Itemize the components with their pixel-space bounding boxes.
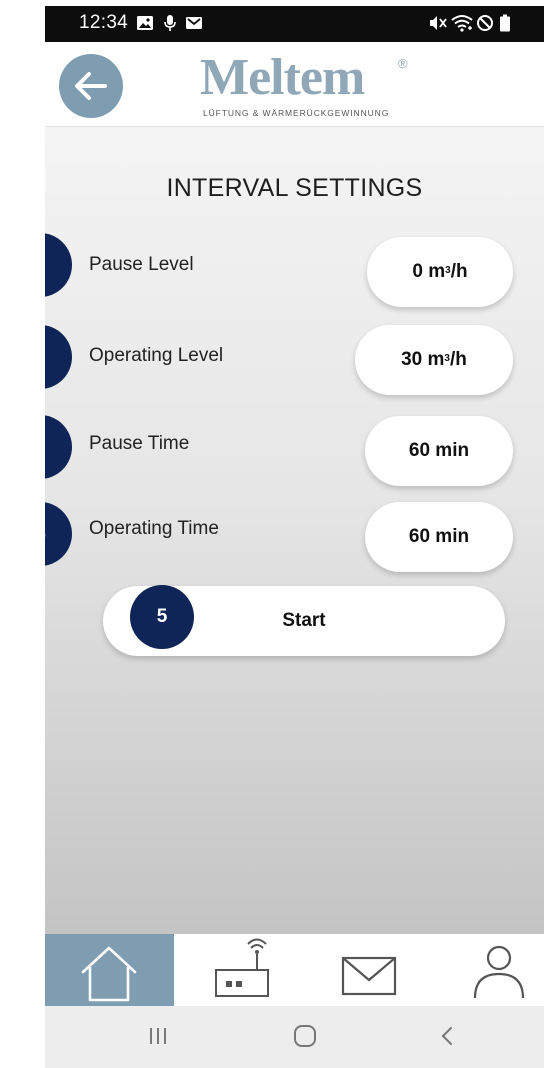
phone-screen: 12:34 Meltem ® LÜFTUNG & WÄRMERÜCKGEWINN… bbox=[45, 6, 544, 1068]
step-badge-4: 4 bbox=[45, 502, 72, 566]
back-chevron-icon[interactable] bbox=[437, 1020, 457, 1052]
pause-level-unit: /h bbox=[450, 261, 468, 282]
recent-apps-icon[interactable] bbox=[145, 1020, 171, 1052]
home-circle-icon[interactable] bbox=[290, 1020, 320, 1052]
pause-time-value[interactable]: 60 min bbox=[365, 416, 513, 486]
gallery-icon bbox=[137, 16, 153, 30]
operating-level-value[interactable]: 30 m 3/h bbox=[355, 325, 513, 395]
page-title: INTERVAL SETTINGS bbox=[166, 174, 423, 202]
interval-settings-panel: INTERVAL SETTINGS 1 Pause Level 0 m3/h 2… bbox=[45, 127, 544, 934]
status-time: 12:34 bbox=[79, 12, 129, 33]
step-badge-5: 5 bbox=[130, 585, 194, 649]
operating-time-label: Operating Time bbox=[89, 518, 219, 539]
mail-notification-icon bbox=[186, 17, 202, 29]
back-button[interactable] bbox=[59, 54, 123, 118]
meltem-logo: Meltem ® LÜFTUNG & WÄRMERÜCKGEWINNUNG bbox=[200, 52, 410, 122]
pause-level-label: Pause Level bbox=[89, 254, 194, 275]
step-badge-1: 1 bbox=[45, 233, 72, 297]
tab-device[interactable] bbox=[174, 934, 297, 1006]
logo-registered-mark: ® bbox=[398, 56, 408, 71]
envelope-icon bbox=[341, 956, 397, 996]
logo-word: Meltem bbox=[200, 49, 365, 106]
pause-level-superscript: 3 bbox=[445, 264, 451, 276]
step-badge-3: 3 bbox=[45, 415, 72, 479]
user-icon bbox=[473, 945, 525, 999]
pause-level-number: 0 m bbox=[412, 261, 446, 282]
home-icon bbox=[81, 946, 137, 1002]
logo-tagline: LÜFTUNG & WÄRMERÜCKGEWINNUNG bbox=[203, 108, 390, 118]
mute-icon bbox=[430, 16, 447, 30]
tab-home[interactable] bbox=[45, 934, 174, 1006]
tab-profile[interactable] bbox=[420, 934, 544, 1006]
arrow-left-icon bbox=[75, 72, 107, 100]
pause-level-value[interactable]: 0 m 3/h bbox=[367, 237, 513, 307]
step-badge-2: 2 bbox=[45, 325, 72, 389]
battery-icon bbox=[500, 14, 510, 32]
operating-level-number: 30 m bbox=[401, 349, 445, 370]
wifi-icon bbox=[451, 15, 473, 32]
router-icon bbox=[215, 938, 269, 997]
pause-time-number: 60 min bbox=[408, 440, 470, 461]
microphone-icon bbox=[164, 15, 176, 31]
operating-level-superscript: 3 bbox=[444, 352, 450, 364]
operating-time-number: 60 min bbox=[408, 526, 470, 547]
tab-messages[interactable] bbox=[297, 934, 420, 1006]
pause-time-label: Pause Time bbox=[89, 433, 190, 454]
do-not-disturb-icon bbox=[477, 15, 493, 31]
operating-level-label: Operating Level bbox=[89, 345, 224, 366]
app-header: Meltem ® LÜFTUNG & WÄRMERÜCKGEWINNUNG bbox=[45, 42, 544, 127]
operating-time-value[interactable]: 60 min bbox=[365, 502, 513, 572]
status-bar: 12:34 bbox=[45, 6, 544, 42]
system-navigation-bar bbox=[45, 1006, 544, 1068]
operating-level-unit: /h bbox=[449, 349, 467, 370]
bottom-tab-bar bbox=[45, 934, 544, 1006]
